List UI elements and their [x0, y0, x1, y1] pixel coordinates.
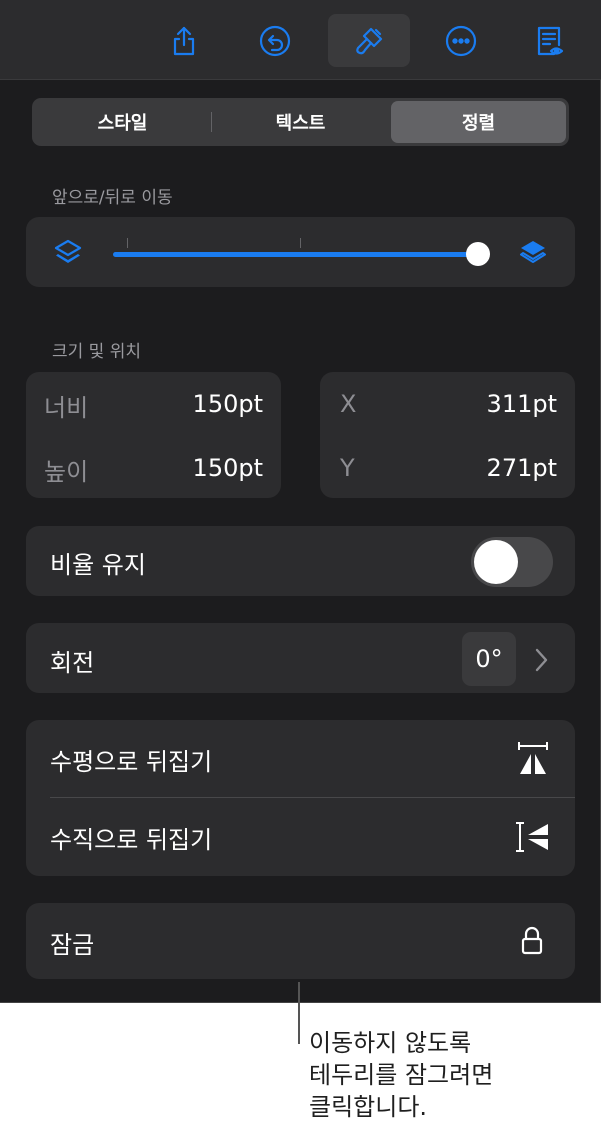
slider-tick [127, 238, 128, 248]
format-button[interactable] [328, 14, 410, 67]
x-label: X [340, 390, 357, 418]
tab-text[interactable]: 텍스트 [213, 101, 388, 143]
height-label: 높이 [44, 458, 89, 486]
more-icon [445, 25, 477, 56]
reading-view-icon [537, 26, 564, 55]
tab-arrange[interactable]: 정렬 [391, 101, 566, 143]
flip-horizontal-icon[interactable] [514, 740, 552, 778]
share-icon [173, 26, 195, 55]
callout-line [298, 982, 300, 1044]
move-section-label: 앞으로/뒤로 이동 [52, 188, 173, 208]
undo-button[interactable] [234, 14, 316, 67]
slider-track[interactable] [113, 252, 478, 257]
format-panel: 스타일 텍스트 정렬 앞으로/뒤로 이동 크기 및 위치 너비 150pt 높이… [0, 0, 601, 1003]
rotate-label: 회전 [50, 649, 95, 677]
constrain-toggle[interactable] [471, 537, 553, 587]
undo-icon [259, 25, 291, 56]
flip-vertical-icon[interactable] [514, 818, 552, 856]
lock-label: 잠금 [50, 931, 95, 959]
toggle-thumb [474, 540, 518, 584]
height-value[interactable]: 150pt [193, 454, 263, 482]
y-label: Y [340, 454, 355, 482]
more-button[interactable] [420, 14, 502, 67]
callout-text: 이동하지 않도록 테두리를 잠그려면 클릭합니다. [309, 1029, 494, 1121]
flip-vertical-label[interactable]: 수직으로 뒤집기 [50, 820, 212, 855]
share-button[interactable] [143, 14, 225, 67]
flip-horizontal-label[interactable]: 수평으로 뒤집기 [50, 742, 212, 777]
lock-card[interactable] [26, 903, 575, 979]
segmented-control: 스타일 텍스트 정렬 [32, 98, 569, 146]
lock-icon[interactable] [521, 926, 543, 956]
flip-separator [50, 797, 575, 798]
send-backward-layers-icon[interactable] [52, 237, 84, 269]
format-brush-icon [356, 27, 383, 54]
slider-knob[interactable] [466, 242, 490, 266]
rotate-value[interactable]: 0° [462, 632, 516, 686]
reading-view-button[interactable] [508, 14, 590, 67]
slider-tick [300, 238, 301, 248]
y-value[interactable]: 271pt [487, 454, 557, 482]
chevron-right-icon[interactable] [534, 647, 550, 673]
toolbar [0, 0, 601, 80]
tab-style[interactable]: 스타일 [35, 101, 210, 143]
x-value[interactable]: 311pt [487, 390, 557, 418]
width-value[interactable]: 150pt [193, 390, 263, 418]
width-label: 너비 [44, 394, 89, 422]
constrain-label: 비율 유지 [50, 551, 146, 579]
tab-divider [211, 112, 212, 132]
size-position-label: 크기 및 위치 [52, 342, 142, 362]
bring-forward-layers-icon[interactable] [517, 237, 549, 269]
